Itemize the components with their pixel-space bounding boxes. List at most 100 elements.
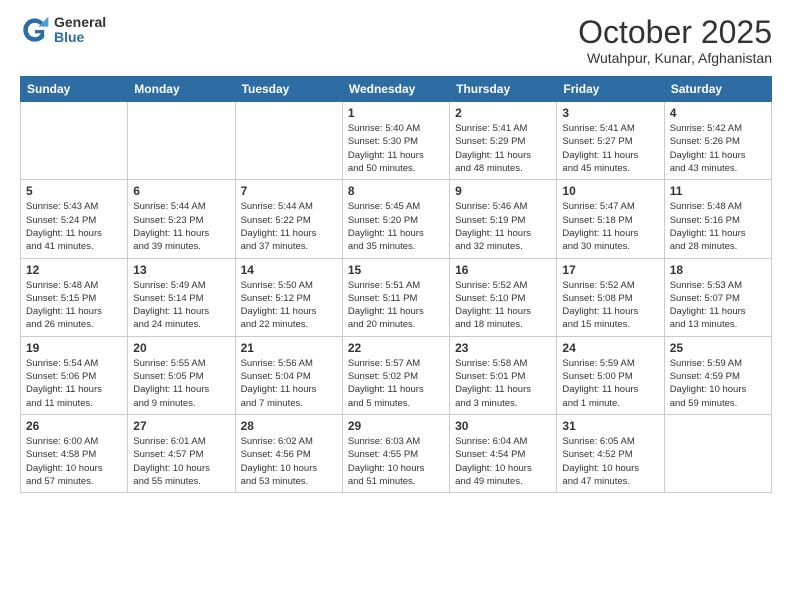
week-row-2: 5Sunrise: 5:43 AM Sunset: 5:24 PM Daylig… — [21, 180, 772, 258]
day-info: Sunrise: 5:54 AM Sunset: 5:06 PM Dayligh… — [26, 357, 122, 410]
day-info: Sunrise: 5:50 AM Sunset: 5:12 PM Dayligh… — [241, 279, 337, 332]
day-number: 28 — [241, 419, 337, 433]
day-info: Sunrise: 5:41 AM Sunset: 5:29 PM Dayligh… — [455, 122, 551, 175]
day-info: Sunrise: 5:44 AM Sunset: 5:23 PM Dayligh… — [133, 200, 229, 253]
day-number: 2 — [455, 106, 551, 120]
day-info: Sunrise: 5:58 AM Sunset: 5:01 PM Dayligh… — [455, 357, 551, 410]
day-number: 20 — [133, 341, 229, 355]
day-number: 7 — [241, 184, 337, 198]
day-number: 9 — [455, 184, 551, 198]
day-cell-2-5: 9 Sunrise: 5:46 AM Sunset: 5:19 PM Daylig… — [450, 180, 557, 258]
day-cell-2-6: 10Sunrise: 5:47 AM Sunset: 5:18 PM Dayli… — [557, 180, 664, 258]
day-number: 29 — [348, 419, 444, 433]
day-cell-1-6: 3Sunrise: 5:41 AM Sunset: 5:27 PM Daylig… — [557, 102, 664, 180]
day-info: Sunrise: 5:46 AM Sunset: 5:19 PM Dayligh… — [455, 200, 551, 253]
day-number: 15 — [348, 263, 444, 277]
logo-blue-text: Blue — [54, 30, 106, 45]
day-cell-1-5: 2 Sunrise: 5:41 AM Sunset: 5:29 PM Daylig… — [450, 102, 557, 180]
day-number: 22 — [348, 341, 444, 355]
day-info: Sunrise: 5:40 AM Sunset: 5:30 PM Dayligh… — [348, 122, 444, 175]
day-info: Sunrise: 5:59 AM Sunset: 4:59 PM Dayligh… — [670, 357, 766, 410]
day-cell-5-5: 30Sunrise: 6:04 AM Sunset: 4:54 PM Dayli… — [450, 414, 557, 492]
day-cell-1-4: 1 Sunrise: 5:40 AM Sunset: 5:30 PM Daylig… — [342, 102, 449, 180]
day-cell-1-2 — [128, 102, 235, 180]
col-saturday: Saturday — [664, 77, 771, 102]
day-info: Sunrise: 6:05 AM Sunset: 4:52 PM Dayligh… — [562, 435, 658, 488]
day-number: 24 — [562, 341, 658, 355]
week-row-3: 12 Sunrise: 5:48 AM Sunset: 5:15 PM Dayli… — [21, 258, 772, 336]
col-thursday: Thursday — [450, 77, 557, 102]
day-info: Sunrise: 6:03 AM Sunset: 4:55 PM Dayligh… — [348, 435, 444, 488]
day-info: Sunrise: 5:55 AM Sunset: 5:05 PM Dayligh… — [133, 357, 229, 410]
day-cell-3-2: 13Sunrise: 5:49 AM Sunset: 5:14 PM Dayli… — [128, 258, 235, 336]
calendar-table: Sunday Monday Tuesday Wednesday Thursday… — [20, 76, 772, 493]
day-cell-2-4: 8Sunrise: 5:45 AM Sunset: 5:20 PM Daylig… — [342, 180, 449, 258]
day-cell-4-2: 20 Sunrise: 5:55 AM Sunset: 5:05 PM Dayli… — [128, 336, 235, 414]
calendar-header-row: Sunday Monday Tuesday Wednesday Thursday… — [21, 77, 772, 102]
day-cell-5-1: 26 Sunrise: 6:00 AM Sunset: 4:58 PM Dayli… — [21, 414, 128, 492]
day-number: 14 — [241, 263, 337, 277]
col-friday: Friday — [557, 77, 664, 102]
logo: General Blue — [20, 15, 106, 46]
day-info: Sunrise: 5:51 AM Sunset: 5:11 PM Dayligh… — [348, 279, 444, 332]
day-cell-1-1 — [21, 102, 128, 180]
day-info: Sunrise: 5:44 AM Sunset: 5:22 PM Dayligh… — [241, 200, 337, 253]
day-number: 25 — [670, 341, 766, 355]
col-monday: Monday — [128, 77, 235, 102]
day-number: 1 — [348, 106, 444, 120]
day-info: Sunrise: 5:56 AM Sunset: 5:04 PM Dayligh… — [241, 357, 337, 410]
day-number: 13 — [133, 263, 229, 277]
week-row-1: 1 Sunrise: 5:40 AM Sunset: 5:30 PM Daylig… — [21, 102, 772, 180]
col-wednesday: Wednesday — [342, 77, 449, 102]
day-info: Sunrise: 5:59 AM Sunset: 5:00 PM Dayligh… — [562, 357, 658, 410]
day-cell-4-4: 22 Sunrise: 5:57 AM Sunset: 5:02 PM Dayli… — [342, 336, 449, 414]
day-cell-5-6: 31 Sunrise: 6:05 AM Sunset: 4:52 PM Dayli… — [557, 414, 664, 492]
week-row-4: 19Sunrise: 5:54 AM Sunset: 5:06 PM Dayli… — [21, 336, 772, 414]
day-number: 6 — [133, 184, 229, 198]
day-number: 11 — [670, 184, 766, 198]
day-number: 23 — [455, 341, 551, 355]
day-info: Sunrise: 6:04 AM Sunset: 4:54 PM Dayligh… — [455, 435, 551, 488]
title-block: October 2025 Wutahpur, Kunar, Afghanista… — [578, 15, 772, 66]
day-info: Sunrise: 5:48 AM Sunset: 5:15 PM Dayligh… — [26, 279, 122, 332]
day-cell-4-6: 24 Sunrise: 5:59 AM Sunset: 5:00 PM Dayli… — [557, 336, 664, 414]
day-cell-2-2: 6 Sunrise: 5:44 AM Sunset: 5:23 PM Daylig… — [128, 180, 235, 258]
day-number: 17 — [562, 263, 658, 277]
day-cell-1-7: 4Sunrise: 5:42 AM Sunset: 5:26 PM Daylig… — [664, 102, 771, 180]
day-cell-5-2: 27 Sunrise: 6:01 AM Sunset: 4:57 PM Dayli… — [128, 414, 235, 492]
day-info: Sunrise: 5:43 AM Sunset: 5:24 PM Dayligh… — [26, 200, 122, 253]
day-cell-4-1: 19Sunrise: 5:54 AM Sunset: 5:06 PM Dayli… — [21, 336, 128, 414]
day-cell-5-3: 28 Sunrise: 6:02 AM Sunset: 4:56 PM Dayli… — [235, 414, 342, 492]
logo-text: General Blue — [54, 15, 106, 46]
day-cell-2-7: 11Sunrise: 5:48 AM Sunset: 5:16 PM Dayli… — [664, 180, 771, 258]
day-cell-5-7 — [664, 414, 771, 492]
day-info: Sunrise: 6:00 AM Sunset: 4:58 PM Dayligh… — [26, 435, 122, 488]
day-number: 16 — [455, 263, 551, 277]
day-number: 26 — [26, 419, 122, 433]
header: General Blue October 2025 Wutahpur, Kuna… — [20, 15, 772, 66]
day-info: Sunrise: 5:57 AM Sunset: 5:02 PM Dayligh… — [348, 357, 444, 410]
day-cell-3-5: 16 Sunrise: 5:52 AM Sunset: 5:10 PM Dayli… — [450, 258, 557, 336]
logo-icon — [20, 15, 50, 45]
day-number: 12 — [26, 263, 122, 277]
day-number: 3 — [562, 106, 658, 120]
day-info: Sunrise: 5:45 AM Sunset: 5:20 PM Dayligh… — [348, 200, 444, 253]
day-info: Sunrise: 5:52 AM Sunset: 5:10 PM Dayligh… — [455, 279, 551, 332]
day-number: 4 — [670, 106, 766, 120]
day-info: Sunrise: 5:47 AM Sunset: 5:18 PM Dayligh… — [562, 200, 658, 253]
col-sunday: Sunday — [21, 77, 128, 102]
day-info: Sunrise: 6:01 AM Sunset: 4:57 PM Dayligh… — [133, 435, 229, 488]
page: General Blue October 2025 Wutahpur, Kuna… — [0, 0, 792, 612]
logo-general-text: General — [54, 15, 106, 30]
day-number: 27 — [133, 419, 229, 433]
day-cell-3-6: 17 Sunrise: 5:52 AM Sunset: 5:08 PM Dayli… — [557, 258, 664, 336]
subtitle: Wutahpur, Kunar, Afghanistan — [578, 50, 772, 66]
day-number: 31 — [562, 419, 658, 433]
week-row-5: 26 Sunrise: 6:00 AM Sunset: 4:58 PM Dayli… — [21, 414, 772, 492]
day-info: Sunrise: 6:02 AM Sunset: 4:56 PM Dayligh… — [241, 435, 337, 488]
day-info: Sunrise: 5:52 AM Sunset: 5:08 PM Dayligh… — [562, 279, 658, 332]
main-title: October 2025 — [578, 15, 772, 50]
day-cell-4-5: 23 Sunrise: 5:58 AM Sunset: 5:01 PM Dayli… — [450, 336, 557, 414]
day-number: 21 — [241, 341, 337, 355]
day-cell-3-4: 15 Sunrise: 5:51 AM Sunset: 5:11 PM Dayli… — [342, 258, 449, 336]
